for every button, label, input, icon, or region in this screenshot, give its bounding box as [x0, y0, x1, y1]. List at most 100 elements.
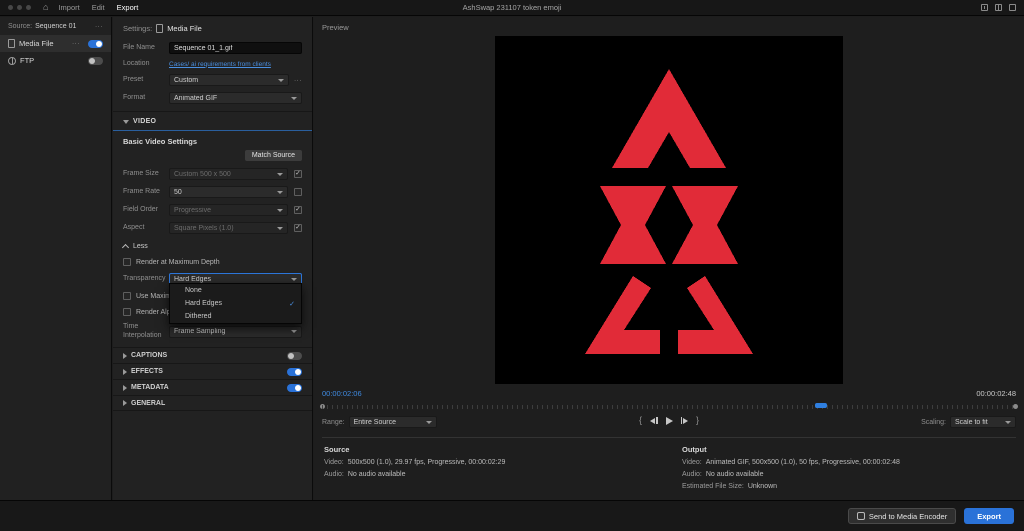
- aspect-label: Aspect: [123, 224, 169, 232]
- section-effects[interactable]: EFFECTS: [113, 363, 312, 379]
- step-back-icon: [650, 418, 655, 424]
- less-toggle[interactable]: Less: [113, 237, 312, 254]
- send-to-media-encoder-button[interactable]: Send to Media Encoder: [848, 508, 956, 524]
- ftp-toggle[interactable]: [88, 57, 103, 65]
- use-max-quality-checkbox[interactable]: [123, 292, 131, 300]
- transparency-row: Transparency Hard Edges None Hard Edges …: [113, 270, 312, 288]
- scaling-label: Scaling:: [921, 419, 946, 426]
- step-forward-button[interactable]: [681, 417, 689, 424]
- out-point-icon[interactable]: }: [696, 416, 699, 425]
- aspect-checkbox[interactable]: ✓: [294, 224, 302, 232]
- output-info-title: Output: [682, 445, 900, 454]
- chevron-down-icon: [277, 209, 283, 212]
- source-info-column: Source Video: 500x500 (1.0), 29.97 fps, …: [324, 445, 682, 495]
- in-point-icon[interactable]: {: [639, 416, 642, 425]
- section-metadata[interactable]: METADATA: [113, 379, 312, 395]
- destinations-sidebar: Source: Sequence 01 ··· Media File ··· F…: [0, 17, 112, 500]
- field-order-dropdown[interactable]: Progressive: [169, 204, 288, 216]
- media-info: Source Video: 500x500 (1.0), 29.97 fps, …: [314, 438, 1024, 495]
- tab-edit[interactable]: Edit: [92, 3, 105, 12]
- metadata-toggle[interactable]: [287, 384, 302, 392]
- workspace-icon[interactable]: [995, 4, 1002, 11]
- window-button[interactable]: [8, 5, 13, 10]
- export-button[interactable]: Export: [964, 508, 1014, 524]
- tab-export[interactable]: Export: [117, 3, 139, 12]
- frame-size-checkbox[interactable]: ✓: [294, 170, 302, 178]
- scaling-dropdown[interactable]: Scale to fit: [950, 416, 1016, 428]
- location-link[interactable]: Cases/ ai requirements from clients: [169, 61, 302, 68]
- aspect-dropdown[interactable]: Square Pixels (1.0): [169, 222, 288, 234]
- preset-more-icon[interactable]: ···: [294, 77, 302, 84]
- bar-icon: [656, 417, 658, 424]
- settings-header: Settings: Media File: [113, 17, 312, 39]
- time-interpolation-dropdown[interactable]: Frame Sampling: [169, 326, 302, 338]
- aspect-row: Aspect Square Pixels (1.0) ✓: [113, 219, 312, 237]
- tab-import[interactable]: Import: [58, 3, 79, 12]
- format-row: Format Animated GIF: [113, 89, 312, 107]
- location-row: Location Cases/ ai requirements from cli…: [113, 57, 312, 71]
- field-order-checkbox[interactable]: ✓: [294, 206, 302, 214]
- frame-rate-dropdown[interactable]: 50: [169, 186, 288, 198]
- file-name-label: File Name: [123, 44, 169, 52]
- output-audio-line: Audio: No audio available: [682, 471, 900, 478]
- render-alpha-checkbox[interactable]: [123, 308, 131, 316]
- ashswap-logo: [519, 60, 819, 360]
- chevron-down-icon: [1005, 421, 1011, 424]
- match-source-row: Match Source: [113, 148, 312, 165]
- format-label: Format: [123, 94, 169, 102]
- preset-dropdown[interactable]: Custom: [169, 74, 289, 86]
- section-video[interactable]: VIDEO: [113, 112, 312, 129]
- captions-toggle[interactable]: [287, 352, 302, 360]
- playhead[interactable]: [815, 403, 827, 408]
- transport-controls: { }: [314, 416, 1024, 425]
- step-back-button[interactable]: [650, 417, 658, 424]
- scrubber-end-handle[interactable]: [1013, 404, 1018, 409]
- field-order-label: Field Order: [123, 206, 169, 214]
- chevron-right-icon: [123, 369, 127, 375]
- source-value[interactable]: Sequence 01: [35, 23, 76, 30]
- sidebar-item-media-file[interactable]: Media File ···: [0, 35, 111, 52]
- home-icon[interactable]: ⌂: [43, 3, 48, 12]
- chevron-down-icon: [277, 191, 283, 194]
- frame-size-label: Frame Size: [123, 170, 169, 178]
- menu-option-dithered[interactable]: Dithered: [170, 310, 301, 323]
- source-more-icon[interactable]: ···: [95, 23, 103, 30]
- window-controls[interactable]: [8, 5, 35, 10]
- total-timecode: 00:00:02:48: [976, 389, 1016, 398]
- titlebar: ⌂ Import Edit Export AshSwap 231107 toke…: [0, 0, 1024, 16]
- section-general[interactable]: GENERAL: [113, 395, 312, 411]
- source-label: Source:: [8, 23, 32, 30]
- window-button[interactable]: [26, 5, 31, 10]
- location-label: Location: [123, 60, 169, 68]
- frame-rate-checkbox[interactable]: [294, 188, 302, 196]
- preset-label: Preset: [123, 76, 169, 84]
- source-video-line: Video: 500x500 (1.0), 29.97 fps, Progres…: [324, 459, 682, 466]
- menu-option-hard-edges[interactable]: Hard Edges ✓: [170, 297, 301, 310]
- timeline-scrubber[interactable]: [322, 402, 1016, 411]
- effects-toggle[interactable]: [287, 368, 302, 376]
- check-icon: ✓: [289, 300, 295, 308]
- render-max-depth-checkbox[interactable]: [123, 258, 131, 266]
- transparency-label: Transparency: [123, 275, 169, 283]
- media-file-icon: [8, 39, 15, 48]
- frame-size-dropdown[interactable]: Custom 500 x 500: [169, 168, 288, 180]
- file-name-input[interactable]: [169, 42, 302, 54]
- play-button[interactable]: [666, 417, 673, 425]
- match-source-button[interactable]: Match Source: [245, 150, 302, 161]
- media-file-more-icon[interactable]: ···: [72, 40, 80, 47]
- chevron-down-icon: [277, 227, 283, 230]
- menu-option-none[interactable]: None: [170, 284, 301, 297]
- format-dropdown[interactable]: Animated GIF: [169, 92, 302, 104]
- share-icon[interactable]: [981, 4, 988, 11]
- transparency-menu: None Hard Edges ✓ Dithered: [169, 283, 302, 324]
- sidebar-item-ftp[interactable]: FTP: [0, 52, 111, 69]
- output-video-line: Video: Animated GIF, 500x500 (1.0), 50 f…: [682, 459, 900, 466]
- footer-bar: Send to Media Encoder Export: [0, 500, 1024, 531]
- media-file-toggle[interactable]: [88, 40, 103, 48]
- step-forward-icon: [683, 418, 688, 424]
- window-button[interactable]: [17, 5, 22, 10]
- source-row: Source: Sequence 01 ···: [0, 17, 111, 35]
- field-order-row: Field Order Progressive ✓: [113, 201, 312, 219]
- fullscreen-icon[interactable]: [1009, 4, 1016, 11]
- section-captions[interactable]: CAPTIONS: [113, 347, 312, 363]
